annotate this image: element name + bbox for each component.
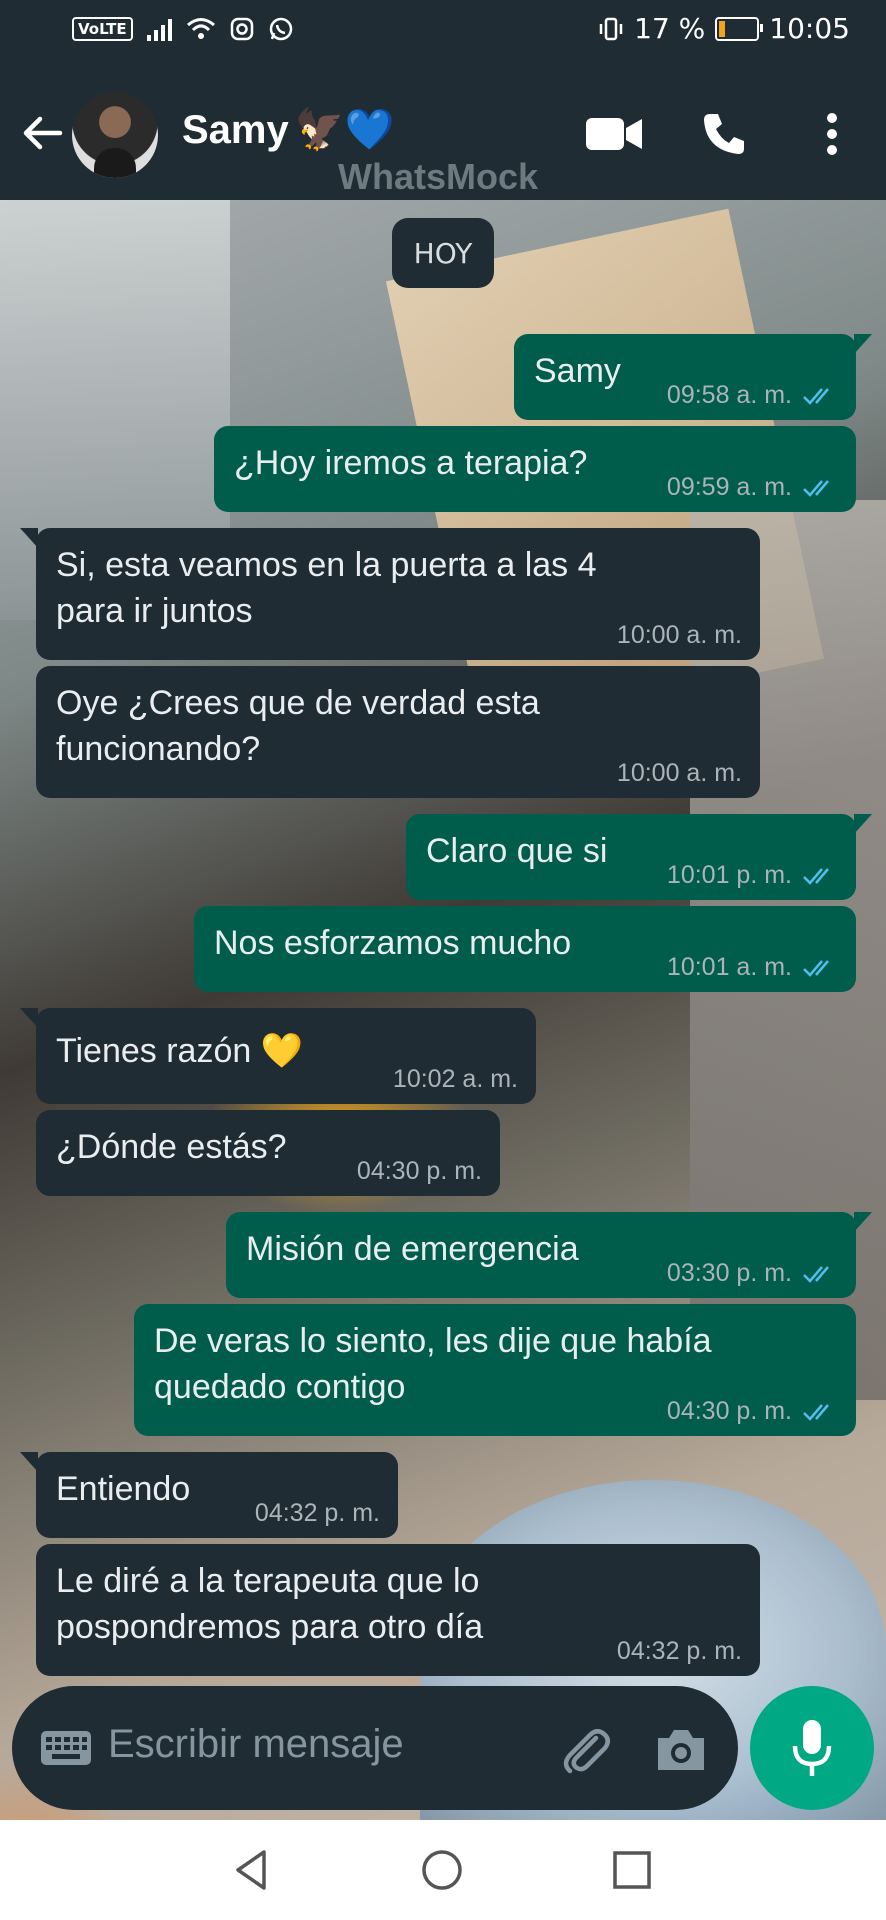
message-out[interactable]: Nos esforzamos mucho 10:01 a. m. (194, 906, 856, 992)
message-out[interactable]: ¿Hoy iremos a terapia? 09:59 a. m. (214, 426, 856, 512)
chat-header: Samy 🦅💙 WhatsMock (0, 66, 886, 200)
message-time: 04:30 p. m. (666, 1397, 792, 1425)
vibrate-icon (599, 17, 623, 40)
message-time: 10:00 a. m. (616, 759, 742, 787)
message-time: 10:01 a. m. (666, 953, 792, 981)
read-ticks-icon (803, 867, 829, 885)
message-meta: 04:30 p. m. (667, 1397, 838, 1426)
phone-icon (704, 114, 744, 154)
read-ticks-icon (803, 1265, 829, 1283)
message-text: ¿Hoy iremos a terapia? (234, 444, 588, 482)
system-nav-bar (0, 1820, 886, 1920)
instagram-icon (230, 17, 253, 41)
contact-emoji: 🦅💙 (294, 108, 395, 152)
video-call-icon (586, 118, 642, 150)
message-meta: 09:58 a. m. (667, 381, 838, 410)
nav-back-icon[interactable] (230, 1848, 274, 1892)
message-text: Le diré a la terapeuta que lo (56, 1562, 480, 1600)
back-arrow-icon[interactable] (20, 110, 66, 156)
message-text: Samy (534, 352, 621, 390)
status-bar: VoLTE 17 % 10:05 (0, 0, 886, 66)
voice-message-button[interactable] (750, 1686, 874, 1810)
read-ticks-icon (803, 1403, 829, 1421)
message-out[interactable]: Samy 09:58 a. m. (514, 334, 872, 420)
message-meta: 04:30 p. m. (357, 1157, 482, 1186)
message-meta: 03:30 p. m. (667, 1259, 838, 1288)
more-options-icon (827, 113, 837, 155)
message-time: 10:02 a. m. (392, 1065, 518, 1093)
message-time: 10:01 p. m. (666, 861, 792, 889)
message-input[interactable]: Escribir mensaje (108, 1722, 404, 1767)
message-text-line2: pospondremos para otro día (56, 1608, 484, 1646)
voice-call-button[interactable] (694, 106, 754, 162)
message-time: 04:32 p. m. (254, 1499, 380, 1527)
message-composer[interactable]: Escribir mensaje (12, 1686, 738, 1810)
more-options-button[interactable] (802, 106, 862, 162)
nav-recents-icon[interactable] (610, 1848, 654, 1892)
message-meta: 09:59 a. m. (667, 473, 838, 502)
avatar[interactable] (72, 92, 158, 178)
message-out[interactable]: Misión de emergencia 03:30 p. m. (226, 1212, 872, 1298)
message-in[interactable]: Oye ¿Crees que de verdad esta funcionand… (36, 666, 760, 798)
message-time: 09:59 a. m. (666, 473, 792, 501)
message-time: 04:30 p. m. (356, 1157, 482, 1185)
message-time: 10:00 a. m. (616, 621, 742, 649)
message-text-line2: para ir juntos (56, 592, 253, 630)
message-in[interactable]: Si, esta veamos en la puerta a las 4 par… (20, 528, 760, 660)
message-meta: 10:01 p. m. (667, 861, 838, 890)
message-text: Oye ¿Crees que de verdad esta (56, 684, 540, 722)
message-time: 03:30 p. m. (666, 1259, 792, 1287)
status-left-icons: VoLTE (72, 16, 294, 42)
message-meta: 10:00 a. m. (617, 621, 742, 650)
battery-percent: 17 % (634, 12, 706, 45)
battery-icon (715, 16, 764, 41)
message-meta: 04:32 p. m. (255, 1499, 380, 1528)
keyboard-icon[interactable] (40, 1730, 92, 1766)
message-in[interactable]: Entiendo 04:32 p. m. (20, 1452, 398, 1538)
read-ticks-icon (803, 387, 829, 405)
message-out[interactable]: Claro que si 10:01 p. m. (406, 814, 872, 900)
volte-icon: VoLTE (72, 17, 133, 41)
read-ticks-icon (803, 959, 829, 977)
read-ticks-icon (803, 479, 829, 497)
watermark: WhatsMock (338, 156, 539, 197)
message-time: 09:58 a. m. (666, 381, 792, 409)
chat-area[interactable]: HOY Samy 09:58 a. m. ¿Hoy iremos a terap… (0, 200, 886, 1820)
message-meta: 10:02 a. m. (393, 1065, 518, 1094)
message-in[interactable]: ¿Dónde estás? 04:30 p. m. (36, 1110, 500, 1196)
attach-icon[interactable] (558, 1722, 614, 1778)
nav-home-icon[interactable] (420, 1848, 464, 1892)
whatsapp-icon (269, 17, 292, 41)
message-text: Tienes razón 💛 (56, 1032, 304, 1070)
message-meta: 10:01 a. m. (667, 953, 838, 982)
message-in[interactable]: Tienes razón 💛 10:02 a. m. (20, 1008, 536, 1104)
microphone-icon (792, 1720, 832, 1776)
message-in[interactable]: Le diré a la terapeuta que lo pospondrem… (36, 1544, 760, 1676)
status-right-icons: 17 % 10:05 (598, 12, 850, 45)
clock: 10:05 (769, 12, 850, 45)
message-out[interactable]: De veras lo siento, les dije que había q… (134, 1304, 856, 1436)
message-meta: 10:00 a. m. (617, 759, 742, 788)
date-chip: HOY (392, 218, 494, 288)
message-text: ¿Dónde estás? (56, 1128, 287, 1166)
message-text-line2: funcionando? (56, 730, 261, 768)
message-text: De veras lo siento, les dije que había (154, 1322, 712, 1360)
video-call-button[interactable] (584, 106, 644, 162)
message-time: 04:32 p. m. (616, 1637, 742, 1665)
message-text: Entiendo (56, 1470, 191, 1508)
message-text-line2: quedado contigo (154, 1368, 406, 1406)
message-text: Misión de emergencia (246, 1230, 579, 1268)
camera-icon[interactable] (654, 1724, 708, 1774)
message-meta: 04:32 p. m. (617, 1637, 742, 1666)
wifi-icon (186, 18, 215, 39)
message-text: Nos esforzamos mucho (214, 924, 572, 962)
contact-name[interactable]: Samy 🦅💙 (182, 106, 394, 153)
message-text: Claro que si (426, 832, 608, 870)
message-text: Si, esta veamos en la puerta a las 4 (56, 546, 597, 584)
signal-icon (146, 17, 172, 41)
